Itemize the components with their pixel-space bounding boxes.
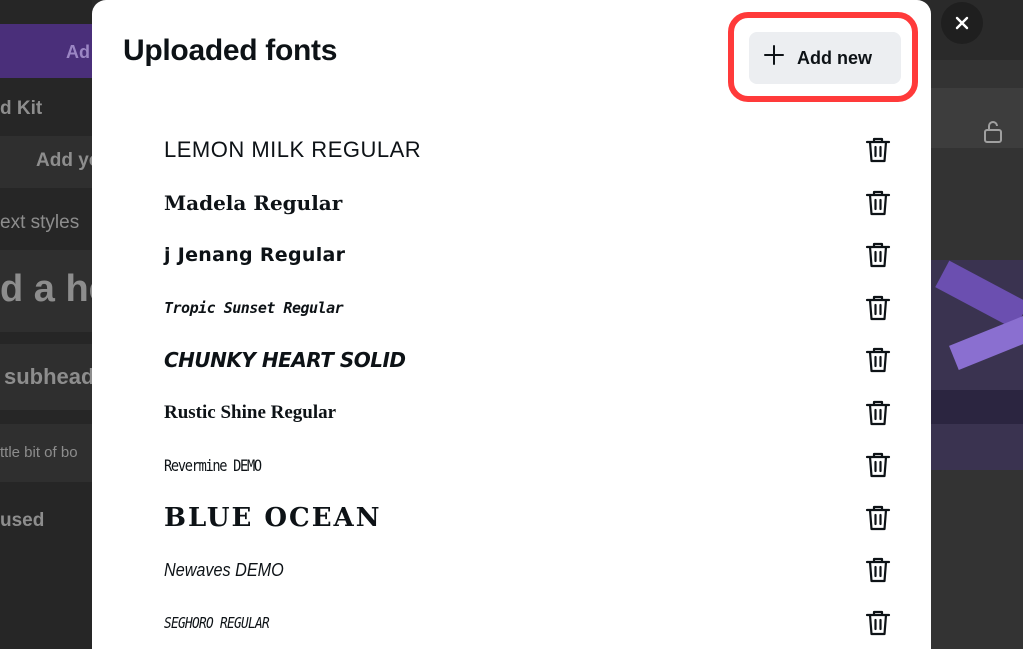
background-left-panel: Ad d Kit Add yo ext styles d a he subhea… (0, 0, 92, 649)
background-text: ttle bit of bo (0, 444, 78, 461)
plus-icon (763, 42, 785, 72)
font-name: Revermine DEMO (164, 455, 262, 475)
font-name: Madela Regular (164, 190, 343, 215)
background-text: d Kit (0, 98, 43, 119)
trash-icon[interactable] (863, 503, 893, 533)
background-text: d a he (0, 268, 92, 310)
font-list: LEMON MILK REGULAR Madela Regular j Jena… (92, 124, 931, 649)
font-row: j Jenang Regular (92, 229, 931, 282)
font-name: BLUE OCEAN (164, 502, 382, 533)
font-row: Revermine DEMO (92, 439, 931, 492)
background-text: used (0, 510, 45, 531)
trash-icon[interactable] (863, 450, 893, 480)
font-row: Madela Regular (92, 177, 931, 230)
background-text: subhead (4, 364, 92, 389)
background-text: ext styles (0, 212, 80, 233)
font-row: LEMON MILK REGULAR (92, 124, 931, 177)
font-name: Newaves DEMO (164, 559, 284, 580)
font-row: CHUNKY HEART SOLID (92, 334, 931, 387)
font-row: Tropic Sunset Regular (92, 282, 931, 335)
font-row: Rustic Shine Regular (92, 387, 931, 440)
trash-icon[interactable] (863, 188, 893, 218)
background-text: Add yo (36, 150, 92, 171)
close-icon[interactable] (941, 2, 983, 44)
font-name: LEMON MILK REGULAR (164, 137, 422, 163)
font-name: CHUNKY HEART SOLID (164, 348, 406, 373)
background-artwork (931, 260, 1023, 470)
background-text: Ad (66, 42, 90, 62)
trash-icon[interactable] (863, 608, 893, 638)
trash-icon[interactable] (863, 345, 893, 375)
trash-icon[interactable] (863, 555, 893, 585)
font-name: SEGHORO REGULAR (164, 613, 270, 632)
trash-icon[interactable] (863, 398, 893, 428)
trash-icon[interactable] (863, 135, 893, 165)
lock-icon (983, 120, 1003, 150)
add-new-label: Add new (797, 47, 872, 68)
font-name: Tropic Sunset Regular (164, 298, 344, 317)
trash-icon[interactable] (863, 240, 893, 270)
background-toolbar (931, 88, 1023, 148)
trash-icon[interactable] (863, 293, 893, 323)
font-row: SEGHORO REGULAR (92, 597, 931, 649)
background-right-panel (931, 0, 1023, 649)
font-name: j Jenang Regular (164, 244, 346, 267)
uploaded-fonts-modal: Uploaded fonts Add new LEMON MILK REGULA… (92, 0, 931, 649)
font-row: Newaves DEMO (92, 544, 931, 597)
font-row: BLUE OCEAN (92, 492, 931, 545)
add-new-button[interactable]: Add new (749, 32, 901, 84)
modal-title: Uploaded fonts (123, 34, 338, 67)
font-name: Rustic Shine Regular (164, 401, 337, 423)
